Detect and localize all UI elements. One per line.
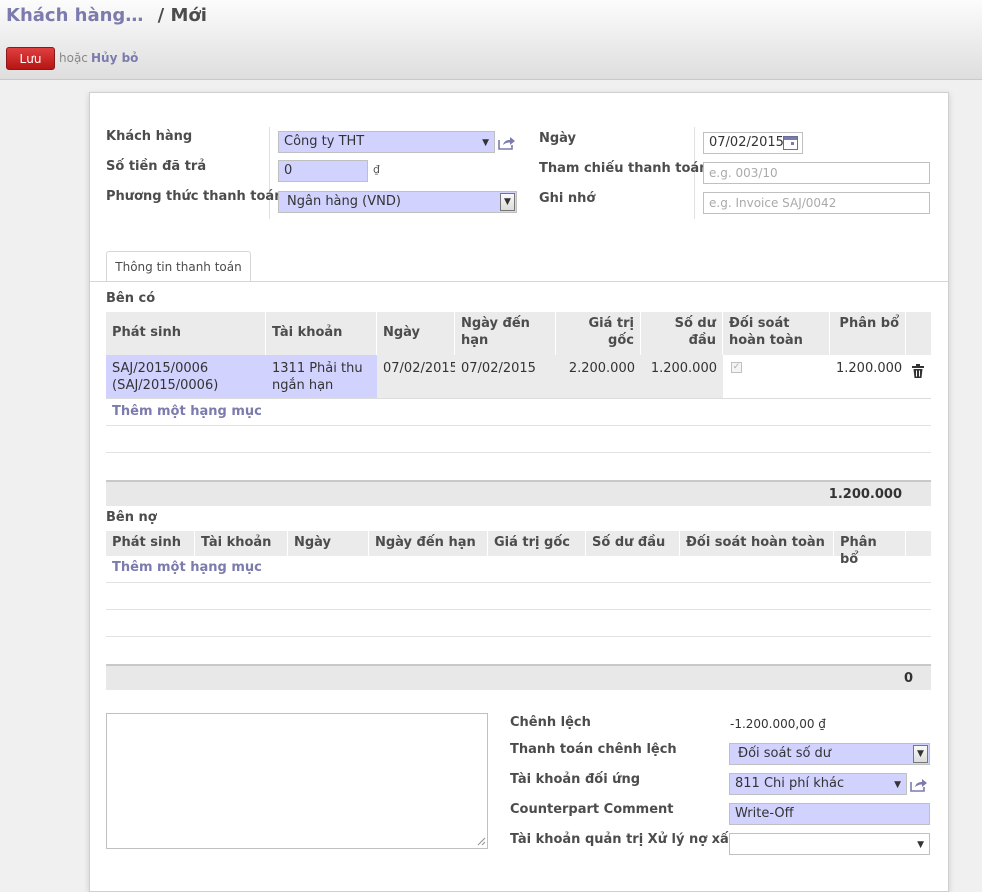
cell-allocation[interactable]: 1.200.000 [830, 355, 906, 398]
column-header[interactable]: Ngày [288, 531, 369, 556]
dropdown-arrow-icon: ▼ [913, 745, 928, 763]
breadcrumb-separator: / [157, 5, 165, 26]
debit-section-title: Bên nợ [106, 510, 157, 525]
chevron-down-icon: ▼ [894, 780, 901, 790]
chevron-down-icon: ▼ [917, 840, 924, 850]
memo-label: Ghi nhớ [539, 191, 596, 206]
debit-total: 0 [106, 664, 931, 690]
cell-date: 07/02/2015 [377, 355, 458, 398]
analytic-account-select[interactable]: ▼ [729, 833, 930, 855]
memo-placeholder: e.g. Invoice SAJ/0042 [709, 196, 837, 210]
cell-account[interactable]: 1311 Phải thu ngắn hạn [266, 355, 377, 398]
dropdown-arrow-icon: ▼ [500, 193, 515, 211]
empty-row [106, 426, 931, 453]
reference-input[interactable]: e.g. 003/10 [703, 162, 930, 184]
empty-row [106, 453, 931, 480]
column-header[interactable]: Giá trị gốc [556, 312, 641, 355]
difference-label: Chênh lệch [510, 715, 591, 730]
or-text: hoặc [59, 51, 88, 65]
discard-button[interactable]: Hủy bỏ [91, 51, 138, 65]
journal-value: Ngân hàng (VND) [287, 194, 401, 209]
column-header[interactable]: Đối soát hoàn toàn [680, 531, 834, 556]
breadcrumb: Khách hàng… / Mới [6, 5, 207, 26]
counter-account-label: Tài khoản đối ứng [510, 772, 640, 787]
amount-value: 0 [284, 163, 293, 178]
payment-difference-label: Thanh toán chênh lệch [510, 742, 677, 757]
counterpart-comment-label: Counterpart Comment [510, 802, 674, 817]
analytic-account-label: Tài khoản quản trị Xử lý nợ xấu [510, 832, 739, 847]
column-header[interactable]: Tài khoản [195, 531, 288, 556]
credit-table-header: Phát sinh Tài khoản Ngày Ngày đến hạn Gi… [106, 312, 931, 355]
empty-row [106, 637, 931, 664]
credit-total: 1.200.000 [106, 480, 931, 506]
partner-select[interactable]: Công ty THT ▼ [278, 131, 495, 153]
memo-input[interactable]: e.g. Invoice SAJ/0042 [703, 192, 930, 214]
column-header[interactable]: Phân bổ [834, 531, 906, 567]
breadcrumb-parent[interactable]: Khách hàng… [6, 5, 143, 26]
tab-payment-info[interactable]: Thông tin thanh toán [106, 251, 251, 282]
date-label: Ngày [539, 131, 577, 146]
amount-label: Số tiền đã trả [106, 159, 207, 174]
cell-due-date: 07/02/2015 [455, 355, 556, 398]
counter-account-value: 811 Chi phí khác [735, 776, 845, 791]
counterpart-comment-value: Write-Off [735, 806, 794, 821]
table-row[interactable]: SAJ/2015/0006 (SAJ/2015/0006) 1311 Phải … [106, 355, 931, 399]
full-reconcile-checkbox[interactable]: ✓ [731, 362, 742, 373]
difference-value: -1.200.000,00 ₫ [730, 717, 826, 731]
empty-row [106, 610, 931, 637]
column-header[interactable]: Giá trị gốc [488, 531, 586, 556]
payment-difference-select[interactable]: Đối soát số dư ▼ [729, 743, 930, 765]
external-link-icon[interactable] [498, 136, 516, 150]
form-sheet: Khách hàng Công ty THT ▼ Số tiền đã trả … [89, 92, 949, 892]
date-value: 07/02/2015 [709, 135, 784, 150]
journal-label: Phương thức thanh toán [106, 189, 284, 204]
label-divider-left [269, 127, 270, 219]
debit-table-header: Phát sinh Tài khoản Ngày Ngày đến hạn Gi… [106, 531, 931, 567]
column-header[interactable]: Phát sinh [106, 531, 195, 556]
save-button[interactable]: Lưu [6, 47, 55, 70]
cell-original-amount: 2.200.000 [556, 355, 641, 398]
empty-row [106, 583, 931, 610]
column-header[interactable]: Tài khoản [266, 312, 377, 355]
control-panel: Khách hàng… / Mới Lưu hoặc Hủy bỏ [0, 0, 982, 80]
date-input[interactable]: 07/02/2015 [703, 132, 803, 154]
column-header[interactable]: Số dư đầu [641, 312, 723, 355]
counterpart-comment-input[interactable]: Write-Off [729, 803, 930, 825]
partner-value: Công ty THT [284, 134, 365, 149]
external-link-icon[interactable] [910, 778, 928, 792]
tab-divider [90, 281, 948, 282]
resize-grip-icon[interactable] [475, 835, 486, 846]
cell-full-reconcile[interactable]: ✓ [723, 355, 830, 398]
column-header[interactable]: Ngày đến hạn [369, 531, 488, 556]
credit-section-title: Bên có [106, 291, 156, 306]
journal-select[interactable]: Ngân hàng (VND) ▼ [278, 191, 517, 213]
cell-move-line[interactable]: SAJ/2015/0006 (SAJ/2015/0006) [106, 355, 266, 398]
counter-account-select[interactable]: 811 Chi phí khác ▼ [729, 773, 907, 795]
breadcrumb-current: Mới [170, 5, 207, 26]
currency-symbol: ₫ [373, 163, 380, 176]
chevron-down-icon: ▼ [482, 138, 489, 148]
column-header[interactable]: Đối soát hoàn toàn [723, 312, 830, 355]
partner-label: Khách hàng [106, 129, 193, 144]
reference-placeholder: e.g. 003/10 [709, 166, 778, 180]
cell-open-balance: 1.200.000 [641, 355, 723, 398]
amount-input[interactable]: 0 [278, 160, 368, 182]
trash-icon[interactable] [912, 364, 924, 378]
empty-row [106, 399, 931, 426]
column-header[interactable]: Ngày [377, 312, 455, 355]
payment-difference-value: Đối soát số dư [738, 746, 832, 761]
column-header[interactable]: Ngày đến hạn [455, 312, 556, 355]
column-header[interactable]: Số dư đầu [586, 531, 680, 556]
notes-textarea[interactable] [106, 713, 488, 849]
column-header[interactable]: Phát sinh [106, 312, 266, 355]
empty-row [106, 556, 931, 583]
reference-label: Tham chiếu thanh toán [539, 161, 709, 176]
column-header[interactable]: Phân bổ [830, 312, 906, 355]
calendar-icon[interactable] [783, 136, 798, 150]
